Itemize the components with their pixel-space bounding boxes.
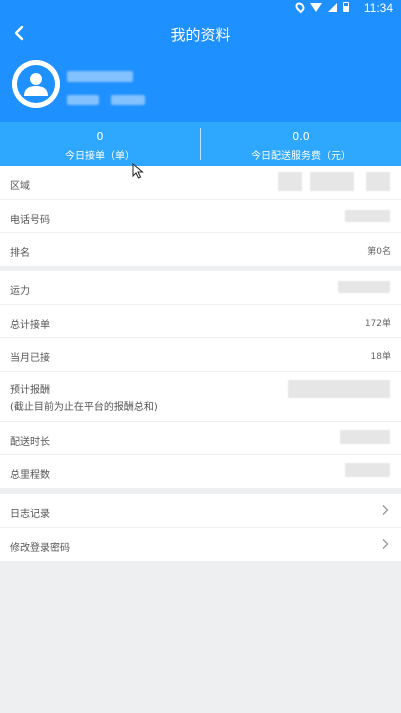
estimated-pay-title: 预计报酬 (10, 384, 50, 396)
page-title: 我的资料 (170, 26, 231, 44)
log-records-row[interactable]: 日志记录 (0, 494, 401, 528)
total-distance-value-redacted (345, 463, 390, 477)
battery-icon (343, 2, 349, 12)
log-records-label: 日志记录 (10, 509, 50, 520)
capacity-value-redacted (338, 281, 390, 293)
month-orders-row: 当月已接 18单 (0, 338, 401, 372)
today-orders-value: 0 (96, 130, 104, 143)
cell-signal-icon (328, 2, 337, 12)
info-section: 区域 电话号码 排名 第0名 (0, 166, 401, 266)
rank-value: 第0名 (367, 247, 391, 257)
phone-label: 电话号码 (10, 214, 50, 226)
today-fee-stat: 0.0 今日配送服务费（元） (201, 122, 401, 166)
profile-name-redacted (67, 71, 133, 82)
stats-section: 运力 总计接单 172单 当月已接 18单 预计报酬 (截止目前为止在平台的报酬… (0, 271, 401, 488)
rank-label: 排名 (10, 248, 30, 259)
region-value-redacted-3 (366, 172, 390, 191)
status-icons (293, 0, 349, 14)
capacity-label: 运力 (10, 286, 30, 297)
estimated-pay-value-redacted (288, 379, 390, 398)
user-icon (12, 60, 60, 108)
estimated-pay-row: 预计报酬 (截止目前为止在平台的报酬总和) (0, 372, 401, 422)
total-distance-row: 总里程数 (0, 455, 401, 489)
chevron-right-icon (382, 505, 389, 515)
phone-row: 电话号码 (0, 200, 401, 233)
rank-row: 排名 第0名 (0, 233, 401, 267)
mouse-cursor-icon (132, 163, 144, 179)
region-value-redacted-2 (310, 172, 354, 191)
total-orders-label: 总计接单 (10, 319, 50, 331)
today-fee-label: 今日配送服务费（元） (251, 151, 351, 162)
today-fee-value: 0.0 (292, 130, 310, 143)
status-bar: 11:34 (0, 0, 401, 16)
total-orders-value: 172单 (364, 318, 391, 329)
region-value-redacted (278, 172, 302, 191)
app-bar: 我的资料 (0, 16, 401, 50)
month-orders-label: 当月已接 (10, 353, 50, 364)
change-password-label: 修改登录密码 (10, 542, 70, 554)
chevron-right-icon (382, 538, 389, 549)
delivery-time-row: 配送时长 (0, 422, 401, 455)
phone-value-redacted (345, 209, 390, 222)
month-orders-value: 18单 (370, 352, 391, 362)
estimated-pay-label: 预计报酬 (截止目前为止在平台的报酬总和) (10, 382, 158, 416)
menu-section: 日志记录 修改登录密码 (0, 494, 401, 561)
location-icon (293, 0, 307, 14)
profile-id-redacted (67, 95, 99, 105)
region-label: 区域 (10, 181, 30, 192)
wifi-icon (310, 2, 322, 12)
profile-extra-redacted (111, 95, 145, 105)
today-orders-label: 今日接单（单） (65, 151, 135, 162)
delivery-time-value-redacted (340, 429, 390, 444)
estimated-pay-note: (截止目前为止在平台的报酬总和) (10, 401, 158, 413)
today-stats: 0 今日接单（单） 0.0 今日配送服务费（元） (0, 122, 401, 166)
total-orders-row: 总计接单 172单 (0, 305, 401, 338)
total-distance-label: 总里程数 (10, 470, 50, 481)
status-time: 11:34 (363, 1, 393, 15)
profile-header (0, 50, 401, 122)
delivery-time-label: 配送时长 (10, 436, 50, 448)
avatar[interactable] (12, 60, 60, 108)
change-password-row[interactable]: 修改登录密码 (0, 528, 401, 562)
capacity-row: 运力 (0, 271, 401, 305)
today-orders-stat: 0 今日接单（单） (0, 122, 200, 166)
region-row: 区域 (0, 166, 401, 200)
